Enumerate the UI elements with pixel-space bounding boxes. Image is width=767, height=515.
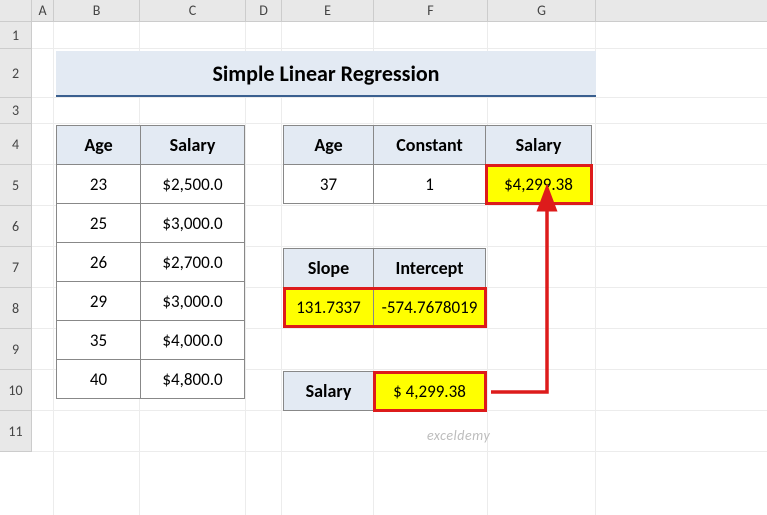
page-title: Simple Linear Regression <box>212 60 439 87</box>
col-header-E[interactable]: E <box>282 0 374 21</box>
table-row: 35 $4,000.0 <box>57 321 245 360</box>
row-header-7[interactable]: 7 <box>0 247 31 288</box>
col-header-C[interactable]: C <box>140 0 246 21</box>
row-headers: 1 2 3 4 5 6 7 8 9 10 11 <box>0 22 32 452</box>
intercept-value: -574.7678019 <box>374 288 486 327</box>
col-header-G[interactable]: G <box>488 0 596 21</box>
row-header-3[interactable]: 3 <box>0 98 31 124</box>
col-header-D[interactable]: D <box>246 0 282 21</box>
row-header-4[interactable]: 4 <box>0 124 31 165</box>
watermark: exceldemy <box>427 427 490 444</box>
prediction-table: Age Constant Salary 37 1 $4,299.38 <box>283 125 592 204</box>
pred-salary-header: Salary <box>486 126 592 165</box>
predicted-salary-cell: $4,299.38 <box>486 165 592 204</box>
col-header-A[interactable]: A <box>32 0 54 21</box>
column-headers: A B C D E F G <box>0 0 767 22</box>
intercept-header: Intercept <box>374 249 486 288</box>
table-row: 26 $2,700.0 <box>57 243 245 282</box>
col-salary-header: Salary <box>141 126 245 165</box>
spreadsheet-grid: A B C D E F G 1 2 3 4 5 6 7 8 9 10 11 <box>0 0 767 515</box>
row-header-10[interactable]: 10 <box>0 370 31 411</box>
select-all-corner[interactable] <box>0 0 32 21</box>
data-table: Age Salary 23 $2,500.0 25 $3,000.0 26 $2… <box>56 125 245 399</box>
row-header-5[interactable]: 5 <box>0 165 31 206</box>
row-header-1[interactable]: 1 <box>0 22 31 49</box>
table-row: 25 $3,000.0 <box>57 204 245 243</box>
pred-constant-header: Constant <box>374 126 486 165</box>
result-label: Salary <box>284 372 374 411</box>
row-header-8[interactable]: 8 <box>0 288 31 329</box>
slope-header: Slope <box>284 249 374 288</box>
coefficients-row: 131.7337 -574.7678019 <box>284 288 486 327</box>
col-header-B[interactable]: B <box>54 0 140 21</box>
col-header-F[interactable]: F <box>374 0 488 21</box>
title-band: Simple Linear Regression <box>56 51 596 97</box>
result-value: $ 4,299.38 <box>374 372 486 411</box>
table-row: 40 $4,800.0 <box>57 360 245 399</box>
col-age-header: Age <box>57 126 141 165</box>
coefficients-table: Slope Intercept 131.7337 -574.7678019 <box>283 248 486 327</box>
slope-value: 131.7337 <box>284 288 374 327</box>
row-header-9[interactable]: 9 <box>0 329 31 370</box>
row-header-11[interactable]: 11 <box>0 411 31 452</box>
row-header-2[interactable]: 2 <box>0 49 31 98</box>
sheet-content[interactable]: Simple Linear Regression Age Salary 23 $… <box>32 22 767 515</box>
result-table: Salary $ 4,299.38 <box>283 371 486 411</box>
table-row: 23 $2,500.0 <box>57 165 245 204</box>
table-row: 29 $3,000.0 <box>57 282 245 321</box>
prediction-row: 37 1 $4,299.38 <box>284 165 592 204</box>
pred-age-header: Age <box>284 126 374 165</box>
row-header-6[interactable]: 6 <box>0 206 31 247</box>
